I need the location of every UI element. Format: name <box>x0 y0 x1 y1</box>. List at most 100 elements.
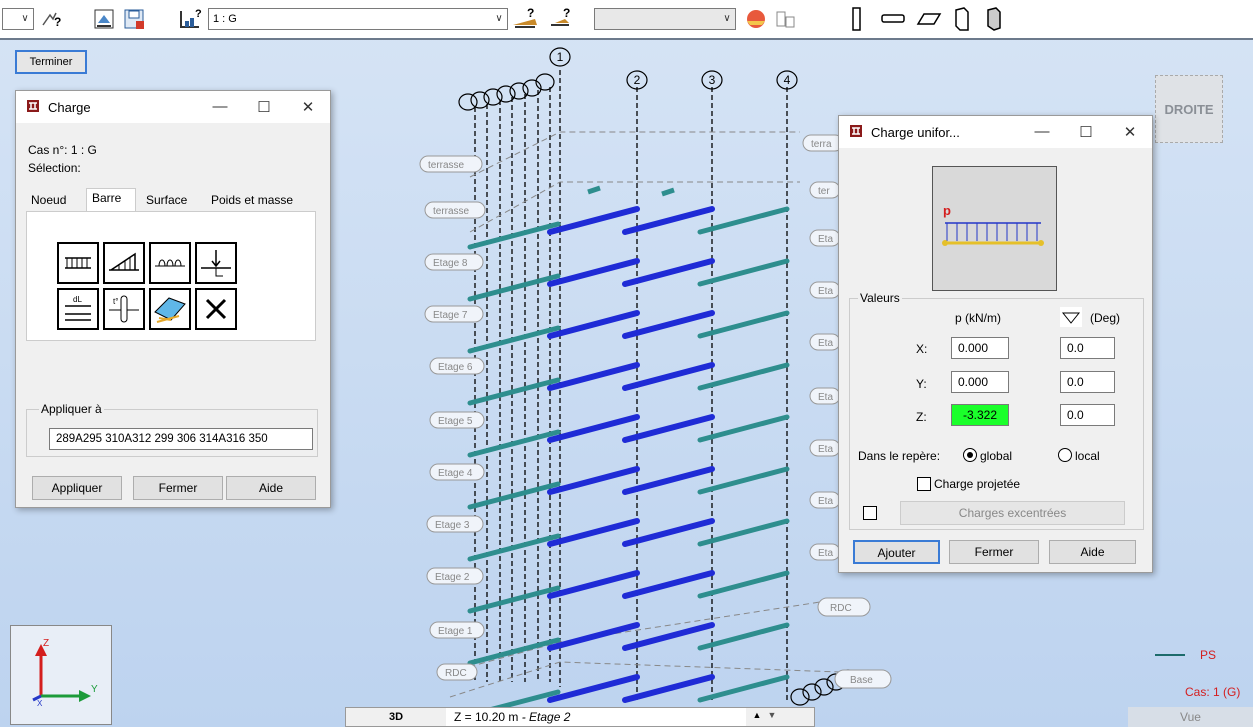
beam[interactable] <box>467 273 561 302</box>
apply-button[interactable]: Appliquer <box>32 476 122 500</box>
local-radio[interactable] <box>1058 448 1072 462</box>
beam[interactable] <box>622 674 715 703</box>
structure-model-icon[interactable] <box>772 6 800 32</box>
level-up-icon[interactable]: ▲ <box>751 710 763 724</box>
beam[interactable] <box>622 258 715 287</box>
uniform-titlebar[interactable]: Charge unifor... — ☐ ✕ <box>839 116 1152 148</box>
beam[interactable] <box>697 414 790 443</box>
beam[interactable] <box>622 362 715 391</box>
query-select-icon[interactable]: ? <box>38 6 66 32</box>
beam[interactable] <box>547 206 640 235</box>
apply-to-input[interactable]: 289A295 310A312 299 306 314A316 350 <box>49 428 313 450</box>
roof-beam[interactable] <box>661 187 675 197</box>
angle-y-input[interactable]: 0.0 <box>1060 371 1115 393</box>
beam[interactable] <box>622 518 715 547</box>
beam[interactable] <box>547 258 640 287</box>
view-3d-button[interactable]: 3D <box>346 708 446 726</box>
level-down-icon[interactable]: ▼ <box>766 710 778 724</box>
column-section-icon[interactable] <box>845 6 869 32</box>
eccentric-checkbox[interactable] <box>863 506 877 520</box>
beam[interactable] <box>622 622 715 651</box>
load-table-icon[interactable]: ? <box>546 6 576 32</box>
beam[interactable] <box>547 466 640 495</box>
view-cube[interactable]: DROITE <box>1155 75 1223 143</box>
beam[interactable] <box>547 518 640 547</box>
close-button[interactable]: Fermer <box>133 476 223 500</box>
selection-combo[interactable]: ∨ <box>2 8 34 30</box>
maximize-icon[interactable]: ☐ <box>1064 123 1108 141</box>
px-input[interactable]: 0.000 <box>951 337 1009 359</box>
beam[interactable] <box>467 637 561 666</box>
surface-load-icon[interactable] <box>149 288 191 330</box>
global-radio[interactable] <box>963 448 977 462</box>
slab-section-icon[interactable] <box>914 6 944 32</box>
beam[interactable] <box>547 310 640 339</box>
minimize-icon[interactable]: — <box>1020 123 1064 141</box>
pz-input[interactable]: -3.322 <box>951 404 1009 426</box>
beam[interactable] <box>467 221 561 250</box>
beam[interactable] <box>467 429 561 458</box>
beam[interactable] <box>697 674 790 703</box>
beam[interactable] <box>547 362 640 391</box>
help-button[interactable]: Aide <box>1049 540 1136 564</box>
beam[interactable] <box>547 570 640 599</box>
moment-load-icon[interactable] <box>149 242 191 284</box>
roof-beam[interactable] <box>587 185 601 195</box>
beam[interactable] <box>697 466 790 495</box>
delete-icon[interactable] <box>195 288 237 330</box>
beam[interactable] <box>467 325 561 354</box>
beam-section-icon[interactable] <box>878 6 908 32</box>
save-view-icon[interactable] <box>120 6 148 32</box>
z-level-field[interactable]: Z = 10.20 m - Etage 2 <box>446 708 746 726</box>
point-load-icon[interactable] <box>195 242 237 284</box>
tab-barre[interactable]: Barre <box>86 188 136 212</box>
uniform-load-icon[interactable] <box>57 242 99 284</box>
beam[interactable] <box>622 310 715 339</box>
add-button[interactable]: Ajouter <box>853 540 940 564</box>
close-icon[interactable]: ✕ <box>286 98 330 116</box>
beam[interactable] <box>697 206 790 235</box>
beam[interactable] <box>697 570 790 599</box>
wall-section-icon[interactable] <box>950 6 974 32</box>
beam[interactable] <box>547 674 640 703</box>
beam[interactable] <box>467 481 561 510</box>
load-cases-icon[interactable]: ? <box>176 6 204 32</box>
beam[interactable] <box>697 258 790 287</box>
angle-z-input[interactable]: 0.0 <box>1060 404 1115 426</box>
close-button[interactable]: Fermer <box>949 540 1039 564</box>
disabled-combo[interactable]: ∨ <box>594 8 736 30</box>
dilatation-load-icon[interactable]: dL <box>57 288 99 330</box>
beam[interactable] <box>547 414 640 443</box>
panel-section-icon[interactable] <box>982 6 1006 32</box>
beam[interactable] <box>697 518 790 547</box>
beam[interactable] <box>697 362 790 391</box>
beam[interactable] <box>697 310 790 339</box>
load-case-combo[interactable]: 1 : G ∨ <box>208 8 508 30</box>
beam[interactable] <box>467 585 561 614</box>
maximize-icon[interactable]: ☐ <box>242 98 286 116</box>
tab-surface[interactable]: Surface <box>141 191 201 211</box>
view-tab[interactable]: Vue <box>1128 707 1253 727</box>
beam[interactable] <box>547 622 640 651</box>
print-preview-icon[interactable] <box>90 6 118 32</box>
beam[interactable] <box>697 622 790 651</box>
beam[interactable] <box>622 466 715 495</box>
minimize-icon[interactable]: — <box>198 98 242 116</box>
eccentric-button[interactable]: Charges excentrées <box>900 501 1125 525</box>
beam[interactable] <box>622 414 715 443</box>
load-display-icon[interactable]: ? <box>510 6 540 32</box>
help-button[interactable]: Aide <box>226 476 316 500</box>
thermal-load-icon[interactable]: t° <box>103 288 145 330</box>
charge-titlebar[interactable]: Charge — ☐ ✕ <box>16 91 330 123</box>
display-loads-icon[interactable] <box>742 6 770 32</box>
projected-checkbox[interactable] <box>917 477 931 491</box>
py-input[interactable]: 0.000 <box>951 371 1009 393</box>
close-icon[interactable]: ✕ <box>1108 123 1152 141</box>
angle-x-input[interactable]: 0.0 <box>1060 337 1115 359</box>
tab-noeud[interactable]: Noeud <box>26 191 86 211</box>
tab-poids-et-masse[interactable]: Poids et masse <box>206 191 306 211</box>
trapezoidal-load-icon[interactable] <box>103 242 145 284</box>
beam[interactable] <box>467 377 561 406</box>
finish-button[interactable]: Terminer <box>15 50 87 74</box>
beam[interactable] <box>622 206 715 235</box>
